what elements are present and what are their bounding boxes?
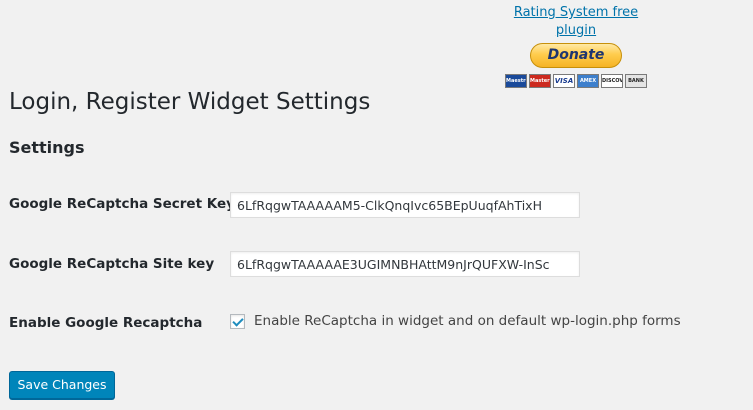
site-key-label: Google ReCaptcha Site key <box>9 256 215 272</box>
maestro-card-icon: Maestro <box>505 74 527 88</box>
rating-system-plugin-link[interactable]: Rating System free plugin <box>496 4 656 40</box>
mastercard-icon: MasterCard <box>529 74 551 88</box>
save-changes-button[interactable]: Save Changes <box>9 371 115 399</box>
payment-cards: Maestro MasterCard VISA AMEX DISCOVER BA… <box>496 74 656 88</box>
page-title: Login, Register Widget Settings <box>9 89 371 115</box>
enable-recaptcha-checkbox[interactable] <box>230 313 245 329</box>
secret-key-input[interactable] <box>230 192 580 218</box>
section-title: Settings <box>9 138 85 157</box>
site-key-input[interactable] <box>230 251 580 277</box>
visa-card-icon: VISA <box>553 74 575 88</box>
donate-button[interactable]: Donate <box>530 43 622 68</box>
secret-key-label: Google ReCaptcha Secret Key <box>9 196 235 212</box>
enable-recaptcha-label: Enable Google Recaptcha <box>9 315 203 331</box>
enable-recaptcha-option: Enable ReCaptcha in widget and on defaul… <box>230 313 681 329</box>
enable-recaptcha-checkbox-label[interactable]: Enable ReCaptcha in widget and on defaul… <box>254 313 681 329</box>
donation-promo: Rating System free plugin Donate Maestro… <box>496 4 656 88</box>
bank-icon: BANK <box>625 74 647 88</box>
amex-card-icon: AMEX <box>577 74 599 88</box>
discover-card-icon: DISCOVER <box>601 74 623 88</box>
